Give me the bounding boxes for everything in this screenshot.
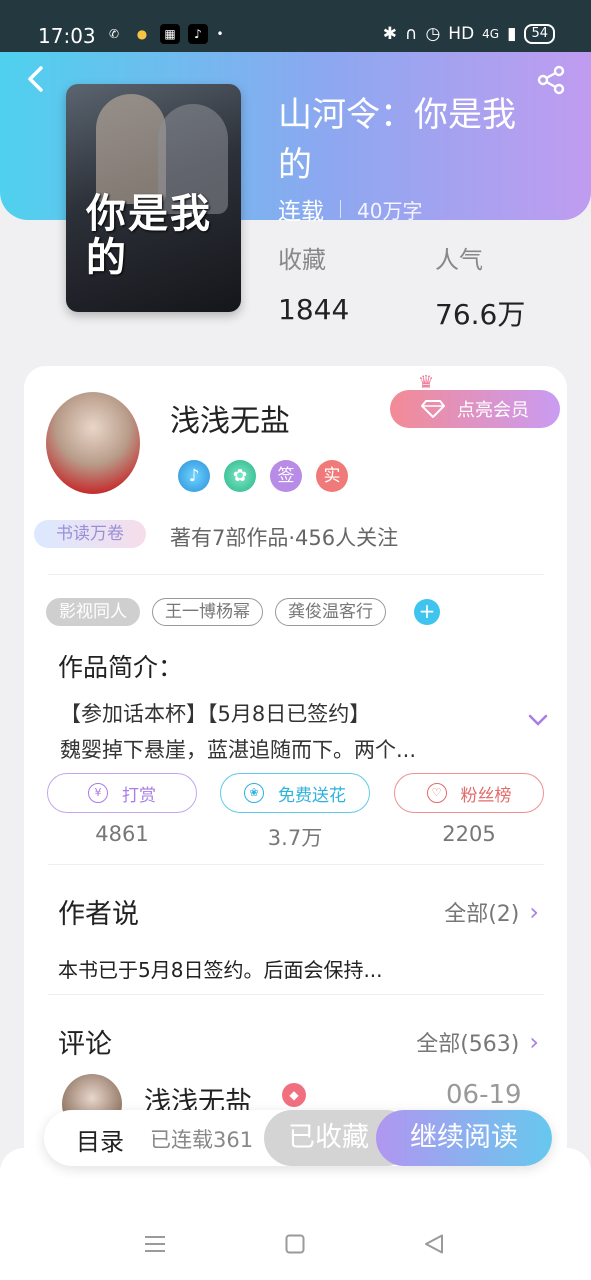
yen-icon: ¥ [88,783,108,803]
bulb-icon: ● [136,27,148,41]
book-cover[interactable]: 你是我的 [66,84,241,312]
bluetooth-icon: ✱ [382,24,397,44]
tip-button[interactable]: ¥ 打赏 [47,773,197,813]
fan-ranking-button[interactable]: ♡ 粉丝榜 [394,773,544,813]
stat-popularity: 人气 76.6万 [435,240,525,333]
signal-icon: 4G [482,27,500,41]
author-say-content[interactable]: 本书已于5月8日签约。后面会保持... [58,954,383,983]
send-flower-label: 免费送花 [278,785,346,806]
comments-more-label: 全部(563) [416,1032,520,1057]
cover-title: 你是我的 [86,190,212,281]
tiktok-icon: ♪ [188,24,208,44]
back-button[interactable] [22,64,52,94]
send-flower-button[interactable]: ❀ 免费送花 [220,773,370,813]
signal-bars-icon: ▮ [507,24,517,44]
tag-list: 影视同人 王一博杨幂 龚俊温客行 + [46,598,440,626]
user-heart-icon: ♡ [426,783,447,803]
diamond-badge-icon: ◆ [282,1083,306,1107]
intro-title: 作品简介： [58,653,184,682]
author-badges: ♪ ✿ 签 实 [178,460,348,492]
catalog-button[interactable]: 目录 [76,1122,124,1157]
reading-action-bar: 目录 已连载361 已收藏 继续阅读 [44,1110,552,1166]
stat-value: 1844 [278,293,350,326]
intro-line: 【参加话本杯】【5月8日已签约】 [60,702,371,726]
headset-icon: ∩ [404,24,418,44]
stat-label: 收藏 [278,246,326,274]
handshake-medal-icon[interactable]: ✿ [224,460,256,492]
status-time: 17:03 [38,24,96,48]
tag-item[interactable]: 影视同人 [46,598,140,626]
chevron-right-icon: › [529,1028,539,1056]
status-right: ✱ ∩ ◷ HD 4G ▮ 54 [383,24,555,44]
reader-level-badge: 书读万卷 [34,520,146,548]
verified-badge[interactable]: 实 [316,460,348,492]
divider [48,864,544,865]
add-tag-button[interactable]: + [414,599,440,625]
book-status: 连载 [278,199,324,225]
book-meta: 连载 40万字 [278,192,422,226]
book-word-count: 40万字 [357,198,423,223]
system-nav-bar [0,1148,591,1280]
back-triangle-icon[interactable] [424,1234,444,1254]
tag-item[interactable]: 龚俊温客行 [275,598,386,626]
stat-value: 76.6万 [435,298,526,331]
tip-count: 4861 [95,822,149,846]
stat-label: 人气 [435,246,483,274]
wechat-icon: ✆ [108,27,120,41]
battery-icon: 54 [524,24,555,44]
author-name[interactable]: 浅浅无盐 [170,396,290,440]
comment-date: 06-19 [446,1080,522,1110]
chevron-down-icon[interactable] [528,712,548,728]
home-icon[interactable] [285,1234,305,1254]
continue-reading-button[interactable]: 继续阅读 [376,1110,552,1166]
vip-button[interactable]: 点亮会员 [390,390,560,428]
comments-more[interactable]: 全部(563) › [416,1026,539,1058]
book-title: 山河令：你是我的 [278,95,516,185]
divider [48,994,544,995]
tip-label: 打赏 [122,785,156,806]
vip-label: 点亮会员 [457,400,529,421]
serial-progress: 已连载361 [150,1128,254,1152]
author-say-title: 作者说 [58,899,139,930]
chevron-right-icon: › [529,898,539,926]
menu-icon[interactable] [144,1234,166,1254]
alarm-icon: ◷ [425,24,441,44]
status-bar: 17:03 ✆ ● ▦ ♪ • ✱ ∩ ◷ HD 4G ▮ 54 [0,0,591,52]
stat-favorites: 收藏 1844 [278,240,349,326]
author-avatar[interactable] [46,392,140,494]
author-say-more-label: 全部(2) [444,902,520,927]
flower-icon: ❀ [244,783,264,803]
notification-icons: ✆ ● ▦ ♪ • [104,24,224,44]
tag-item[interactable]: 王一博杨幂 [152,598,263,626]
signed-badge[interactable]: 签 [270,460,302,492]
meta-divider [340,200,341,218]
comments-title: 评论 [58,1029,112,1060]
fan-count: 2205 [442,822,496,846]
fan-ranking-label: 粉丝榜 [460,785,512,806]
dot-icon: • [216,27,224,41]
diamond-icon [421,400,445,418]
divider [48,574,544,575]
network-label: HD [448,24,475,44]
intro-line: 魏婴掉下悬崖，蓝湛追随而下。两个... [60,738,417,762]
author-info: 著有7部作品·456人关注 [170,526,399,550]
music-medal-icon[interactable]: ♪ [178,460,210,492]
author-say-more[interactable]: 全部(2) › [444,896,539,928]
flower-count: 3.7万 [267,826,323,850]
cover-figure-left [96,94,166,204]
app-icon: ▦ [160,24,180,44]
